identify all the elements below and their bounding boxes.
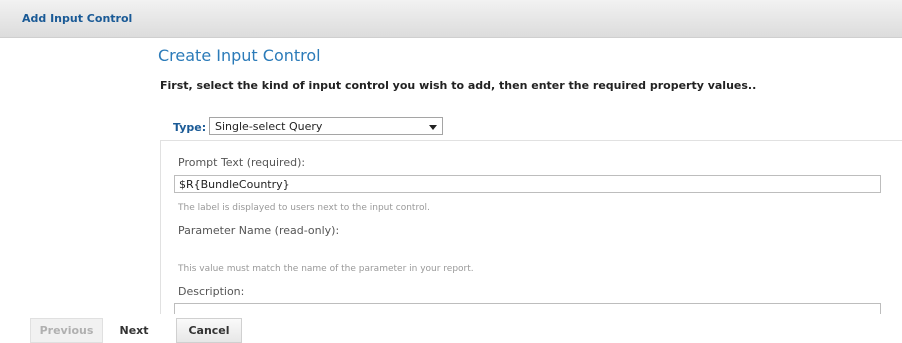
description-label: Description:: [178, 285, 245, 298]
prompt-text-hint: The label is displayed to users next to …: [178, 203, 430, 213]
parameter-name-label: Parameter Name (read-only):: [178, 224, 340, 237]
chevron-down-icon: [429, 125, 437, 130]
page-heading: Create Input Control: [158, 46, 321, 65]
type-select[interactable]: Single-select Query: [209, 117, 443, 135]
next-button[interactable]: Next: [113, 318, 155, 343]
instruction-text: First, select the kind of input control …: [160, 79, 757, 92]
properties-form: Prompt Text (required): The label is dis…: [160, 141, 902, 314]
prompt-text-label: Prompt Text (required):: [178, 156, 306, 169]
description-input[interactable]: [174, 303, 881, 314]
dialog-title: Add Input Control: [22, 12, 133, 25]
previous-button[interactable]: Previous: [30, 318, 103, 343]
type-select-value: Single-select Query: [215, 120, 323, 133]
prompt-text-input[interactable]: [174, 175, 881, 193]
type-label: Type:: [173, 121, 207, 134]
dialog-title-bar: Add Input Control: [0, 0, 902, 38]
cancel-button[interactable]: Cancel: [176, 318, 242, 343]
parameter-name-hint: This value must match the name of the pa…: [178, 264, 474, 274]
